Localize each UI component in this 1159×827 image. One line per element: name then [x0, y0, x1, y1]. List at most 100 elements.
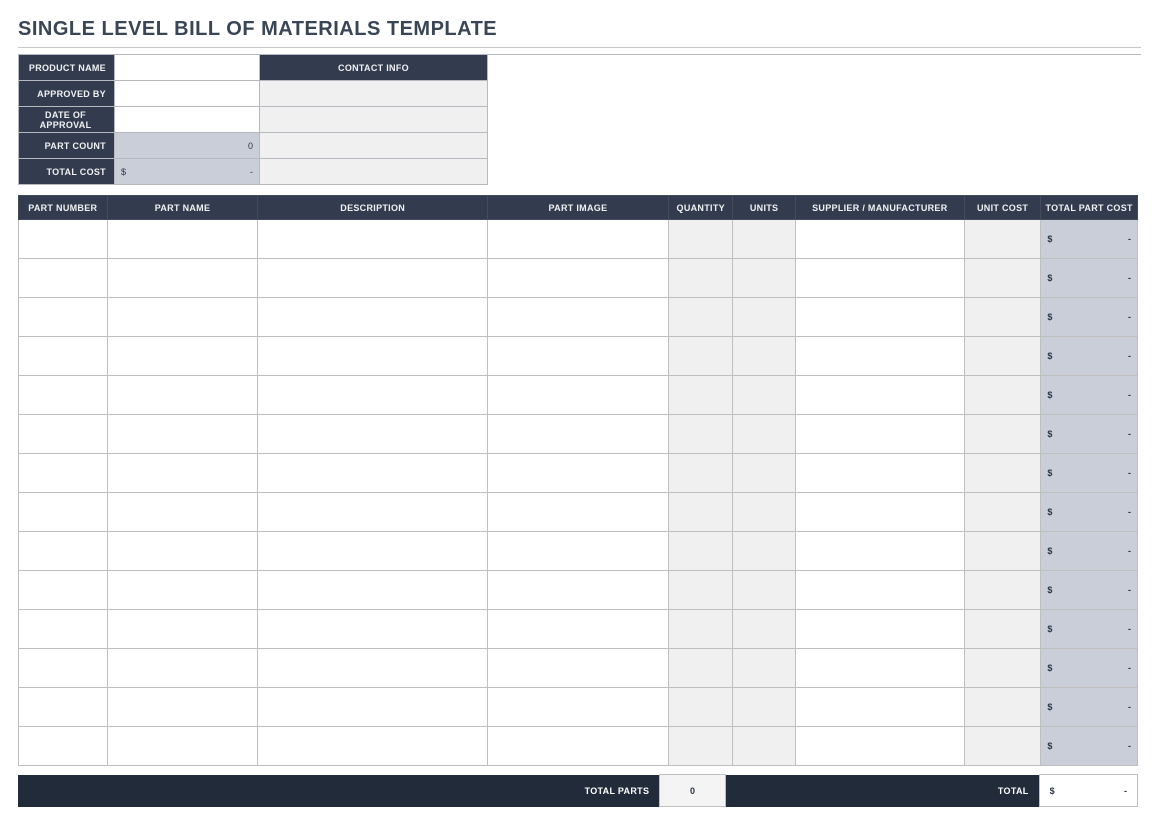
cell-part-image[interactable] [487, 688, 668, 727]
cell-unit-cost[interactable] [964, 571, 1040, 610]
cell-unit-cost[interactable] [964, 688, 1040, 727]
cell-part-number[interactable] [19, 220, 108, 259]
cell-unit-cost[interactable] [964, 337, 1040, 376]
cell-part-image[interactable] [487, 493, 668, 532]
cell-quantity[interactable] [669, 259, 733, 298]
product-name-value[interactable] [115, 55, 260, 81]
cell-quantity[interactable] [669, 454, 733, 493]
cell-supplier[interactable] [795, 532, 964, 571]
cell-part-number[interactable] [19, 727, 108, 766]
cell-part-image[interactable] [487, 610, 668, 649]
cell-part-image[interactable] [487, 376, 668, 415]
cell-description[interactable] [258, 571, 487, 610]
cell-units[interactable] [733, 649, 795, 688]
cell-units[interactable] [733, 493, 795, 532]
contact-date[interactable] [260, 107, 488, 133]
cell-units[interactable] [733, 688, 795, 727]
cell-part-number[interactable] [19, 415, 108, 454]
cell-part-name[interactable] [107, 493, 258, 532]
cell-part-number[interactable] [19, 610, 108, 649]
cell-supplier[interactable] [795, 415, 964, 454]
cell-part-number[interactable] [19, 298, 108, 337]
cell-part-name[interactable] [107, 220, 258, 259]
cell-part-image[interactable] [487, 727, 668, 766]
cell-part-name[interactable] [107, 259, 258, 298]
cell-unit-cost[interactable] [964, 610, 1040, 649]
contact-approved[interactable] [260, 81, 488, 107]
cell-description[interactable] [258, 376, 487, 415]
cell-supplier[interactable] [795, 220, 964, 259]
cell-part-name[interactable] [107, 688, 258, 727]
cell-part-image[interactable] [487, 649, 668, 688]
cell-part-image[interactable] [487, 571, 668, 610]
cell-description[interactable] [258, 532, 487, 571]
cell-quantity[interactable] [669, 727, 733, 766]
cell-quantity[interactable] [669, 220, 733, 259]
cell-part-name[interactable] [107, 571, 258, 610]
cell-supplier[interactable] [795, 649, 964, 688]
cell-part-name[interactable] [107, 298, 258, 337]
cell-part-number[interactable] [19, 337, 108, 376]
cell-supplier[interactable] [795, 454, 964, 493]
cell-description[interactable] [258, 688, 487, 727]
cell-part-number[interactable] [19, 376, 108, 415]
cell-units[interactable] [733, 298, 795, 337]
cell-description[interactable] [258, 454, 487, 493]
cell-part-number[interactable] [19, 649, 108, 688]
cell-quantity[interactable] [669, 493, 733, 532]
cell-part-number[interactable] [19, 454, 108, 493]
cell-units[interactable] [733, 610, 795, 649]
cell-quantity[interactable] [669, 610, 733, 649]
cell-part-number[interactable] [19, 259, 108, 298]
cell-part-image[interactable] [487, 298, 668, 337]
cell-part-name[interactable] [107, 376, 258, 415]
cell-unit-cost[interactable] [964, 454, 1040, 493]
cell-quantity[interactable] [669, 337, 733, 376]
cell-part-name[interactable] [107, 415, 258, 454]
cell-units[interactable] [733, 727, 795, 766]
cell-part-number[interactable] [19, 688, 108, 727]
cell-description[interactable] [258, 337, 487, 376]
cell-part-number[interactable] [19, 571, 108, 610]
cell-unit-cost[interactable] [964, 220, 1040, 259]
cell-units[interactable] [733, 454, 795, 493]
cell-part-name[interactable] [107, 337, 258, 376]
cell-unit-cost[interactable] [964, 493, 1040, 532]
cell-units[interactable] [733, 259, 795, 298]
cell-part-name[interactable] [107, 649, 258, 688]
cell-part-image[interactable] [487, 337, 668, 376]
cell-units[interactable] [733, 532, 795, 571]
cell-unit-cost[interactable] [964, 727, 1040, 766]
approved-by-value[interactable] [115, 81, 260, 107]
cell-unit-cost[interactable] [964, 376, 1040, 415]
cell-quantity[interactable] [669, 415, 733, 454]
cell-description[interactable] [258, 259, 487, 298]
cell-supplier[interactable] [795, 610, 964, 649]
cell-units[interactable] [733, 337, 795, 376]
cell-supplier[interactable] [795, 298, 964, 337]
cell-part-image[interactable] [487, 259, 668, 298]
cell-description[interactable] [258, 610, 487, 649]
cell-units[interactable] [733, 415, 795, 454]
cell-description[interactable] [258, 298, 487, 337]
cell-quantity[interactable] [669, 649, 733, 688]
cell-part-name[interactable] [107, 727, 258, 766]
cell-description[interactable] [258, 727, 487, 766]
cell-supplier[interactable] [795, 571, 964, 610]
cell-quantity[interactable] [669, 298, 733, 337]
cell-supplier[interactable] [795, 337, 964, 376]
cell-unit-cost[interactable] [964, 298, 1040, 337]
cell-supplier[interactable] [795, 727, 964, 766]
cell-quantity[interactable] [669, 571, 733, 610]
cell-description[interactable] [258, 415, 487, 454]
cell-supplier[interactable] [795, 688, 964, 727]
cell-units[interactable] [733, 376, 795, 415]
cell-quantity[interactable] [669, 532, 733, 571]
cell-supplier[interactable] [795, 259, 964, 298]
cell-description[interactable] [258, 220, 487, 259]
cell-unit-cost[interactable] [964, 415, 1040, 454]
cell-unit-cost[interactable] [964, 259, 1040, 298]
cell-part-image[interactable] [487, 415, 668, 454]
contact-total[interactable] [260, 159, 488, 185]
cell-part-image[interactable] [487, 220, 668, 259]
